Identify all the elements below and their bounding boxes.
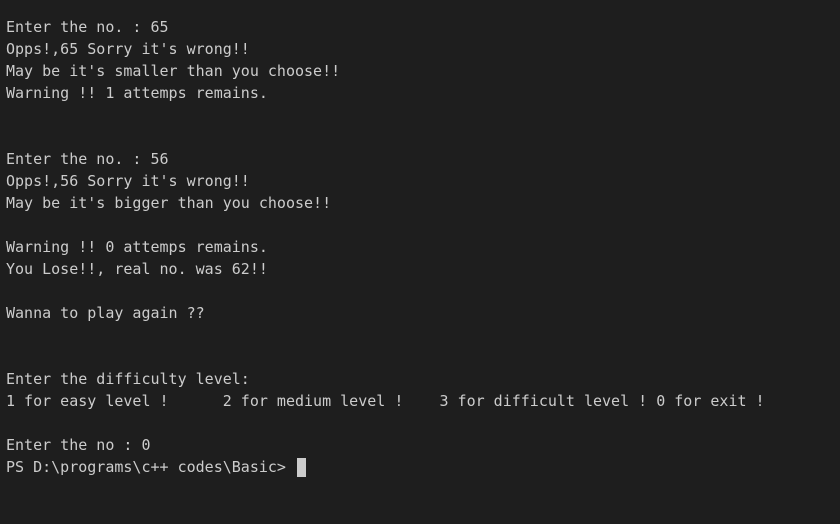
terminal-window[interactable]: Enter the no. : 65 Opps!,65 Sorry it's w… xyxy=(0,0,840,524)
shell-prompt-line[interactable]: PS D:\programs\c++ codes\Basic> xyxy=(6,456,840,478)
shell-prompt: PS D:\programs\c++ codes\Basic> xyxy=(6,458,295,476)
output-line: May be it's bigger than you choose!! xyxy=(6,194,332,212)
output-line: Enter the difficulty level: xyxy=(6,370,250,388)
output-line: Warning !! 0 attemps remains. xyxy=(6,238,268,256)
output-line: Opps!,65 Sorry it's wrong!! xyxy=(6,40,250,58)
output-line: Enter the no : 0 xyxy=(6,436,151,454)
output-line: Opps!,56 Sorry it's wrong!! xyxy=(6,172,250,190)
output-line: You Lose!!, real no. was 62!! xyxy=(6,260,268,278)
output-line: Wanna to play again ?? xyxy=(6,304,205,322)
output-line: Enter the no. : 65 xyxy=(6,18,169,36)
text-cursor xyxy=(296,457,306,477)
output-line: 1 for easy level ! 2 for medium level ! … xyxy=(6,392,765,410)
output-line: Warning !! 1 attemps remains. xyxy=(6,84,268,102)
output-line: May be it's smaller than you choose!! xyxy=(6,62,341,80)
output-line: Enter the no. : 56 xyxy=(6,150,169,168)
